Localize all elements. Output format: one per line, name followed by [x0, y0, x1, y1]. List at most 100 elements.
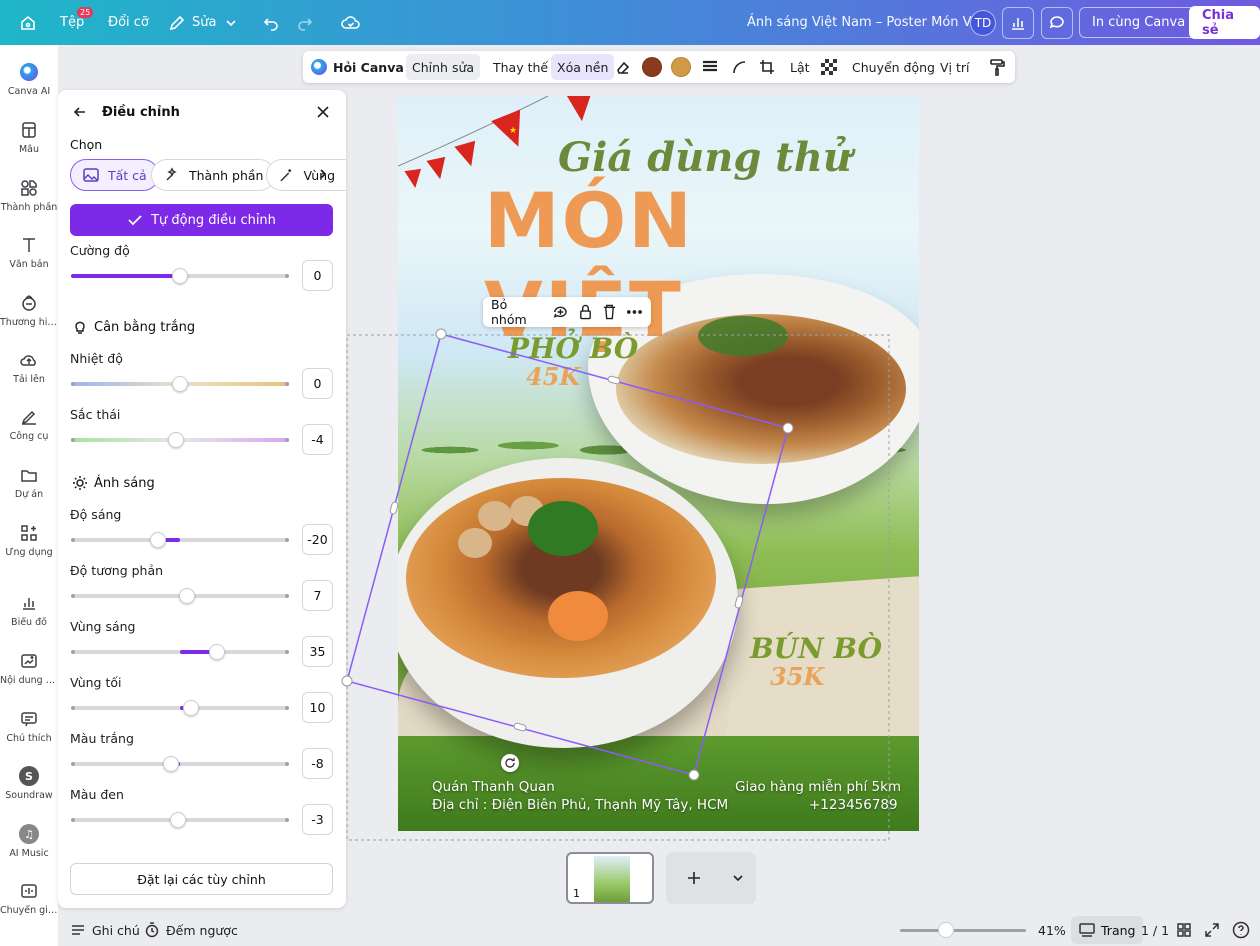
temperature-slider[interactable] — [71, 376, 289, 392]
back-button[interactable] — [72, 104, 88, 123]
transparency-button[interactable] — [821, 51, 837, 83]
tint-slider[interactable] — [71, 432, 289, 448]
zoom-knob[interactable] — [938, 922, 954, 938]
shop-address[interactable]: Địa chỉ : Điện Biên Phủ, Thạnh Mỹ Tây, H… — [432, 797, 728, 813]
rail-item-brand[interactable]: Thương hiệu — [0, 293, 58, 328]
rail-item-text[interactable]: Văn bản — [0, 235, 58, 270]
chip-elements[interactable]: Thành phần — [151, 159, 276, 191]
highlights-knob[interactable] — [209, 644, 226, 660]
insights-button[interactable] — [1002, 6, 1034, 39]
copy-style-button[interactable] — [989, 51, 1005, 83]
replace-button[interactable]: Thay thế — [493, 51, 548, 83]
rail-item-captions[interactable]: Chú thích — [0, 709, 58, 744]
undo-button[interactable] — [262, 0, 280, 45]
close-panel-button[interactable] — [315, 104, 331, 123]
contrast-knob[interactable] — [178, 588, 195, 604]
fullscreen-button[interactable] — [1204, 914, 1226, 946]
chip-region[interactable]: Vùng — [266, 159, 346, 191]
rail-item-voice[interactable]: Chuyển giọ... — [0, 881, 58, 916]
dish2-price[interactable]: 35K — [770, 662, 824, 691]
rail-item-magic-media[interactable]: Nội dung M... — [0, 651, 58, 686]
blacks-value[interactable]: -3 — [302, 804, 333, 835]
contrast-value[interactable]: 7 — [302, 580, 333, 611]
ungroup-button[interactable]: Bỏ nhóm — [491, 297, 543, 327]
page-thumbnail[interactable]: 1 — [566, 852, 654, 904]
whites-slider[interactable] — [71, 756, 289, 772]
intensity-slider[interactable] — [71, 268, 289, 284]
brightness-slider[interactable] — [71, 532, 289, 548]
notes-button[interactable]: Ghi chú — [70, 914, 140, 946]
intensity-value[interactable]: 0 — [302, 260, 333, 291]
pages-button[interactable]: Trang — [1071, 916, 1144, 944]
edit-menu[interactable]: Sửa — [168, 0, 238, 45]
rail-item-canva-ai[interactable]: Canva AI — [0, 62, 58, 97]
eraser-button[interactable] — [615, 51, 631, 83]
delivery-text[interactable]: Giao hàng miễn phí 5km — [735, 779, 901, 795]
timer-button[interactable]: Đếm ngược — [144, 914, 238, 946]
resize-menu[interactable]: Đổi cỡ — [108, 0, 149, 45]
dish1-name[interactable]: PHỞ BÒ — [508, 332, 638, 365]
rail-item-elements[interactable]: Thành phần — [0, 178, 58, 213]
brightness-value[interactable]: -20 — [302, 524, 333, 555]
cloud-save-status[interactable] — [341, 0, 361, 45]
grid-view-button[interactable] — [1176, 914, 1198, 946]
share-button[interactable]: Chia sẻ — [1189, 6, 1260, 39]
avatar[interactable]: TD — [970, 9, 996, 36]
dish1-price[interactable]: 45K — [526, 362, 580, 391]
whites-value[interactable]: -8 — [302, 748, 333, 779]
add-comment-icon[interactable] — [552, 303, 569, 321]
zoom-slider[interactable] — [900, 929, 1026, 932]
bg-remover-button[interactable]: Xóa nền — [551, 54, 615, 80]
chips-scroll-right-button[interactable] — [316, 167, 330, 184]
blacks-knob[interactable] — [169, 812, 186, 828]
shadows-slider[interactable] — [71, 700, 289, 716]
reset-adjustments-button[interactable]: Đặt lại các tùy chỉnh — [70, 863, 333, 895]
auto-adjust-button[interactable]: Tự động điều chỉnh — [70, 204, 333, 236]
home-button[interactable] — [18, 0, 38, 45]
corner-rounding-button[interactable] — [731, 51, 747, 83]
poster-canvas[interactable]: ★ Giá dùng thử MÓN VIỆT PHỞ BÒ 45K BÚN B… — [398, 96, 919, 831]
tint-value[interactable]: -4 — [302, 424, 333, 455]
intensity-knob[interactable] — [172, 268, 188, 284]
highlights-slider[interactable] — [71, 644, 289, 660]
shop-name[interactable]: Quán Thanh Quan — [432, 779, 555, 795]
border-style-button[interactable] — [701, 51, 719, 83]
temperature-value[interactable]: 0 — [302, 368, 333, 399]
redo-button[interactable] — [296, 0, 314, 45]
rail-item-charts[interactable]: Biểu đồ — [0, 593, 58, 628]
position-button[interactable]: Vị trí — [940, 51, 970, 83]
shadows-value[interactable]: 10 — [302, 692, 333, 723]
document-title[interactable]: Ảnh sáng Việt Nam – Poster Món Việt — [747, 0, 988, 45]
tint-knob[interactable] — [167, 432, 184, 448]
trash-icon[interactable] — [602, 303, 617, 321]
rail-item-tools[interactable]: Công cụ — [0, 407, 58, 442]
crop-button[interactable] — [759, 51, 775, 83]
rail-item-soundraw[interactable]: S Soundraw — [0, 766, 58, 801]
help-button[interactable] — [1232, 914, 1256, 946]
print-with-canva-button[interactable]: In cùng Canva — [1079, 7, 1199, 38]
color-swatch-1[interactable] — [642, 51, 662, 83]
chip-all[interactable]: Tất cả — [70, 159, 159, 191]
poster-title[interactable]: MÓN VIỆT — [484, 176, 919, 354]
rail-item-ai-music[interactable]: ♫ AI Music — [0, 824, 58, 859]
shadows-knob[interactable] — [182, 700, 199, 716]
ask-canva-button[interactable]: Hỏi Canva — [311, 51, 404, 83]
chevron-down-icon[interactable] — [732, 872, 744, 884]
blacks-slider[interactable] — [71, 812, 289, 828]
rail-item-projects[interactable]: Dự án — [0, 465, 58, 500]
phone-text[interactable]: +123456789 — [809, 797, 898, 813]
comments-button[interactable] — [1041, 6, 1073, 39]
add-page-button[interactable] — [666, 852, 756, 904]
dish2-name[interactable]: BÚN BÒ — [750, 632, 882, 665]
color-swatch-2[interactable] — [671, 51, 691, 83]
more-icon[interactable] — [626, 303, 643, 321]
rail-item-upload[interactable]: Tải lên — [0, 350, 58, 385]
poster-subtitle[interactable]: Giá dùng thử — [558, 134, 852, 181]
rail-item-templates[interactable]: Mẫu — [0, 120, 58, 155]
animate-button[interactable]: Chuyển động — [852, 51, 935, 83]
highlights-value[interactable]: 35 — [302, 636, 333, 667]
rail-item-apps[interactable]: Ứng dụng — [0, 523, 58, 558]
brightness-knob[interactable] — [150, 532, 167, 548]
whites-knob[interactable] — [163, 756, 180, 772]
contrast-slider[interactable] — [71, 588, 289, 604]
